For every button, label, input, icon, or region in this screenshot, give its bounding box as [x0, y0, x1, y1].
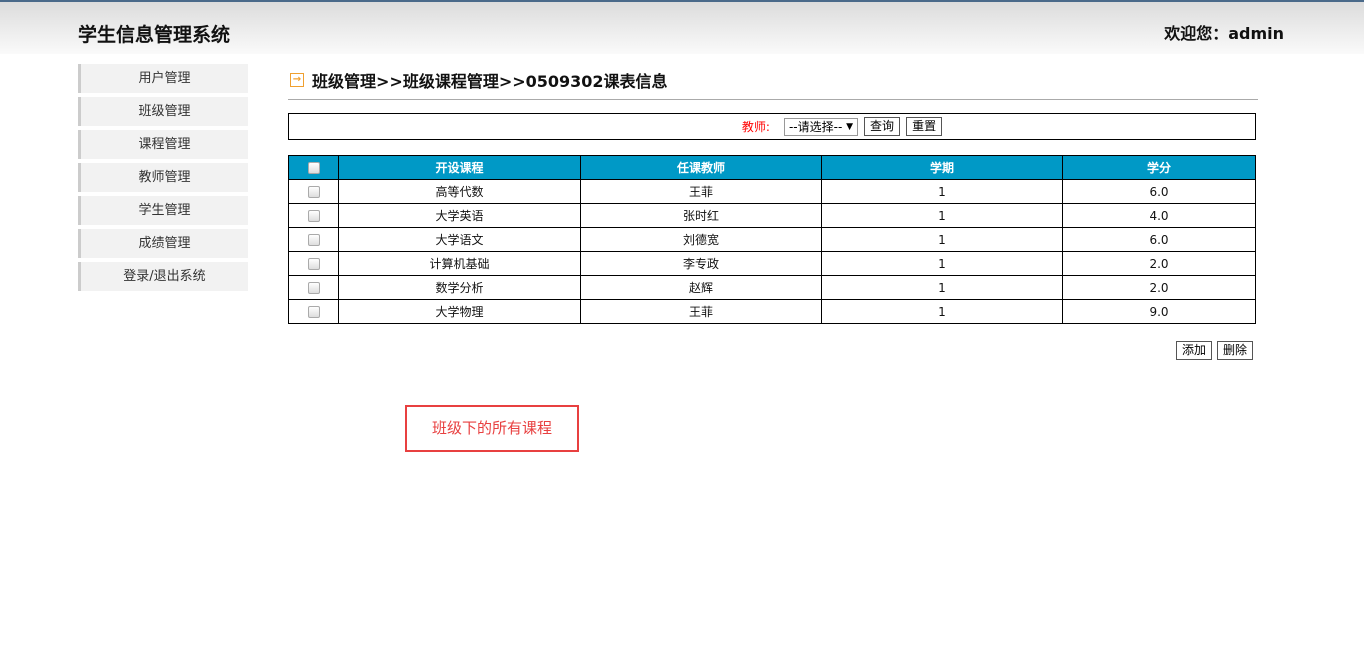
table-cell: 1 — [821, 251, 1063, 276]
table-cell: 大学语文 — [338, 227, 581, 252]
teacher-select-value: --请选择-- — [788, 119, 843, 134]
table-cell: 1 — [821, 227, 1063, 252]
table-cell: 大学英语 — [338, 203, 581, 228]
row-checkbox[interactable] — [307, 234, 320, 246]
row-select-cell — [288, 251, 339, 276]
row-checkbox[interactable] — [307, 306, 320, 318]
dropdown-arrow-icon: ▼ — [846, 121, 854, 132]
table-cell: 1 — [821, 179, 1063, 204]
table-cell: 1 — [821, 275, 1063, 300]
table-row: 大学物理 王菲 1 9.0 — [288, 299, 1256, 324]
table-cell: 王菲 — [580, 299, 822, 324]
query-button[interactable]: 查询 — [864, 117, 901, 136]
add-button[interactable]: 添加 — [1175, 341, 1212, 360]
table-cell: 4.0 — [1062, 203, 1256, 228]
row-checkbox[interactable] — [307, 186, 320, 198]
row-select-cell — [288, 275, 339, 300]
sidebar-item-grades[interactable]: 成绩管理 — [78, 229, 248, 258]
column-header: 学分 — [1062, 155, 1256, 180]
app-title: 学生信息管理系统 — [78, 24, 231, 46]
select-all-checkbox[interactable] — [307, 162, 320, 174]
sidebar-item-users[interactable]: 用户管理 — [78, 64, 248, 93]
table-row: 数学分析 赵辉 1 2.0 — [288, 275, 1256, 300]
table-cell: 数学分析 — [338, 275, 581, 300]
table-cell: 9.0 — [1062, 299, 1256, 324]
select-all-header — [288, 155, 339, 180]
column-header: 开设课程 — [338, 155, 581, 180]
row-select-cell — [288, 299, 339, 324]
table-cell: 6.0 — [1062, 179, 1256, 204]
column-header: 任课教师 — [580, 155, 822, 180]
table-row: 大学语文 刘德宽 1 6.0 — [288, 227, 1256, 252]
row-checkbox[interactable] — [307, 258, 320, 270]
row-select-cell — [288, 203, 339, 228]
table-cell: 6.0 — [1062, 227, 1256, 252]
sidebar-item-login-logout[interactable]: 登录/退出系统 — [78, 262, 248, 291]
header: 学生信息管理系统 欢迎您：admin — [0, 2, 1364, 54]
row-select-cell — [288, 179, 339, 204]
delete-button[interactable]: 删除 — [1216, 341, 1253, 360]
table-cell: 赵辉 — [580, 275, 822, 300]
row-select-cell — [288, 227, 339, 252]
sidebar-item-courses[interactable]: 课程管理 — [78, 130, 248, 159]
column-header: 学期 — [821, 155, 1063, 180]
table-cell: 1 — [821, 203, 1063, 228]
table-row: 计算机基础 李专政 1 2.0 — [288, 251, 1256, 276]
table-cell: 张时红 — [580, 203, 822, 228]
table-cell: 1 — [821, 299, 1063, 324]
filter-bar: 教师: --请选择-- ▼ 查询 重置 — [288, 113, 1256, 140]
table-cell: 高等代数 — [338, 179, 581, 204]
table-cell: 计算机基础 — [338, 251, 581, 276]
table-cell: 王菲 — [580, 179, 822, 204]
row-checkbox[interactable] — [307, 210, 320, 222]
row-checkbox[interactable] — [307, 282, 320, 294]
sidebar-item-students[interactable]: 学生管理 — [78, 196, 248, 225]
table-row: 高等代数 王菲 1 6.0 — [288, 179, 1256, 204]
table-cell: 2.0 — [1062, 275, 1256, 300]
table-cell: 大学物理 — [338, 299, 581, 324]
table-cell: 刘德宽 — [580, 227, 822, 252]
sidebar-item-classes[interactable]: 班级管理 — [78, 97, 248, 126]
sidebar-item-teachers[interactable]: 教师管理 — [78, 163, 248, 192]
sidebar: 用户管理 班级管理 课程管理 教师管理 学生管理 成绩管理 登录/退出系统 — [78, 64, 248, 295]
breadcrumb-text: 班级管理>>班级课程管理>>0509302课表信息 — [312, 72, 668, 91]
table-cell: 李专政 — [580, 251, 822, 276]
breadcrumb: → 班级管理>>班级课程管理>>0509302课表信息 — [290, 68, 668, 92]
reset-button[interactable]: 重置 — [906, 117, 943, 136]
annotation-box: 班级下的所有课程 — [405, 405, 579, 452]
teacher-select[interactable]: --请选择-- ▼ — [783, 117, 859, 136]
welcome-text: 欢迎您：admin — [1164, 24, 1284, 43]
teacher-label: 教师: — [741, 120, 770, 134]
arrow-right-icon: → — [290, 73, 304, 87]
divider — [288, 99, 1258, 100]
table-cell: 2.0 — [1062, 251, 1256, 276]
table-row: 大学英语 张时红 1 4.0 — [288, 203, 1256, 228]
course-table: 开设课程 任课教师 学期 学分 高等代数 王菲 1 6.0 大学英语 张时红 1 4.0 大学语… — [288, 155, 1256, 324]
actions: 添加 删除 — [1175, 341, 1253, 360]
